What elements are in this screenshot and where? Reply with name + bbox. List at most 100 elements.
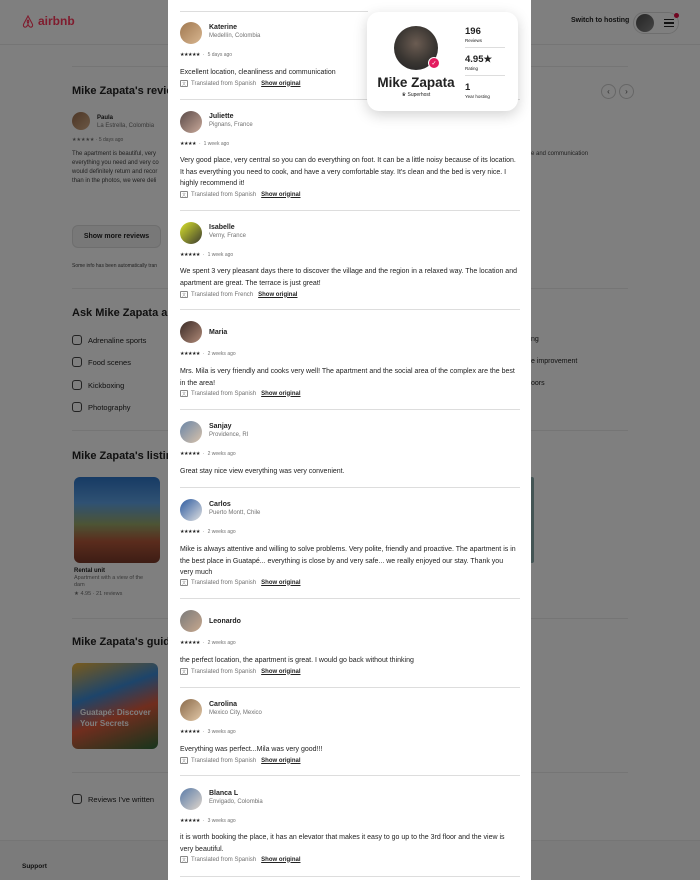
translate-icon: 文 xyxy=(180,668,188,675)
translation-note: 文 Translated from Spanish Show original xyxy=(180,390,301,397)
review-meta: ★★★★★ · 2 weeks ago xyxy=(180,529,236,535)
reviewer-avatar xyxy=(180,222,202,244)
rating-stars: ★★★★★ xyxy=(180,640,200,646)
translation-note: 文 Translated from Spanish Show original xyxy=(180,856,301,863)
reviewer-location: Verny, France xyxy=(209,233,246,239)
review-meta: ★★★★ · 1 week ago xyxy=(180,141,230,147)
review-item: Isabelle Verny, France ★★★★★ · 1 week ago … xyxy=(180,222,520,310)
rating-stars: ★★★★★ xyxy=(180,529,200,535)
review-meta: ★★★★★ · 3 weeks ago xyxy=(180,818,236,824)
divider xyxy=(180,598,520,599)
review-item: Juliette Pignans, France ★★★★ · 1 week ago… xyxy=(180,111,520,211)
review-date: 5 days ago xyxy=(207,52,233,58)
reviewer-avatar xyxy=(180,610,202,632)
show-original-link[interactable]: Show original xyxy=(261,580,300,586)
stat-rating-value: 4.95★ xyxy=(465,54,493,65)
review-date: 2 weeks ago xyxy=(207,529,236,535)
stat-rating-label: Rating xyxy=(465,66,479,71)
reviewer-name: Juliette xyxy=(209,113,234,120)
translation-note: 文 Translated from Spanish Show original xyxy=(180,80,301,87)
divider xyxy=(180,309,520,310)
review-date: 1 week ago xyxy=(207,252,234,258)
stat-years-hosting: 1 Year hosting xyxy=(465,82,505,99)
translate-icon: 文 xyxy=(180,80,188,87)
reviewer-name: Carlos xyxy=(209,501,231,508)
review-text: it is worth booking the place, it has an… xyxy=(180,834,505,853)
divider xyxy=(465,47,505,48)
reviewer-name: Isabelle xyxy=(209,224,235,231)
translate-icon: 文 xyxy=(180,856,188,863)
translate-icon: 文 xyxy=(180,390,188,397)
reviewer-location: Envigado, Colombia xyxy=(209,799,263,805)
reviewer-location: Medellín, Colombia xyxy=(209,33,261,39)
show-original-link[interactable]: Show original xyxy=(261,81,300,87)
rating-stars: ★★★★★ xyxy=(180,351,200,357)
reviewer-name: Maria xyxy=(209,329,228,336)
reviewer-name: Blanca L xyxy=(209,790,239,797)
divider xyxy=(180,210,520,211)
review-meta: ★★★★★ · 2 weeks ago xyxy=(180,351,236,357)
divider xyxy=(180,876,520,877)
review-text: the perfect location, the apartment is g… xyxy=(180,657,414,664)
reviewer-name: Katerine xyxy=(209,24,238,31)
translation-note: 文 Translated from French Show original xyxy=(180,291,298,298)
reviewer-location: Pignans, France xyxy=(209,122,253,128)
rating-stars: ★★★★★ xyxy=(180,52,200,58)
review-item: Carolina Mexico City, Mexico ★★★★★ · 3 wee… xyxy=(180,699,520,776)
review-date: 2 weeks ago xyxy=(207,640,236,646)
show-original-link[interactable]: Show original xyxy=(261,669,300,675)
reviewer-location: Mexico City, Mexico xyxy=(209,710,262,716)
translate-icon: 文 xyxy=(180,191,188,198)
show-original-link[interactable]: Show original xyxy=(261,391,300,397)
stat-years-value: 1 xyxy=(465,82,471,93)
review-text: Everything was perfect...Mila was very g… xyxy=(180,746,323,753)
review-date: 1 week ago xyxy=(203,141,230,147)
divider xyxy=(465,75,505,76)
review-meta: ★★★★★ · 2 weeks ago xyxy=(180,640,236,646)
rating-stars: ★★★★★ xyxy=(180,252,200,258)
reviewer-avatar xyxy=(180,22,202,44)
review-meta: ★★★★★ · 3 weeks ago xyxy=(180,729,236,735)
host-profile-card: ✓ Mike Zapata ♛ Superhost 196 Reviews 4.… xyxy=(367,12,518,111)
show-original-link[interactable]: Show original xyxy=(258,292,297,298)
show-original-link[interactable]: Show original xyxy=(261,192,300,198)
review-item: Leonardo ★★★★★ · 2 weeks ago the perfect l… xyxy=(180,610,520,688)
reviewer-name: Sanjay xyxy=(209,423,232,430)
divider xyxy=(180,487,520,488)
show-original-link[interactable]: Show original xyxy=(261,758,300,764)
reviewer-name: Leonardo xyxy=(209,618,241,625)
divider xyxy=(180,687,520,688)
divider xyxy=(180,775,520,776)
review-meta: ★★★★★ · 2 weeks ago xyxy=(180,451,236,457)
review-text: Mrs. Mila is very friendly and cooks ver… xyxy=(180,368,515,387)
review-text: Great stay nice view everything was very… xyxy=(180,468,345,475)
divider xyxy=(180,11,368,12)
translation-note: 文 Translated from Spanish Show original xyxy=(180,757,301,764)
stat-reviews: 196 Reviews xyxy=(465,26,505,48)
reviewer-avatar xyxy=(180,321,202,343)
divider xyxy=(180,409,520,410)
rating-stars: ★★★★★ xyxy=(180,451,200,457)
translate-icon: 文 xyxy=(180,757,188,764)
review-date: 3 weeks ago xyxy=(207,818,236,824)
reviews-modal: Katerine Medellín, Colombia ★★★★★ · 5 days… xyxy=(168,0,531,880)
reviewer-name: Carolina xyxy=(209,701,238,708)
reviewer-avatar xyxy=(180,499,202,521)
review-date: 2 weeks ago xyxy=(207,351,236,357)
rating-stars: ★★★★★ xyxy=(180,729,200,735)
superhost-badge-icon: ✓ xyxy=(428,57,440,69)
stat-reviews-label: Reviews xyxy=(465,38,483,43)
host-name: Mike Zapata xyxy=(377,75,455,90)
stat-years-label: Year hosting xyxy=(465,94,490,99)
review-meta: ★★★★★ · 5 days ago xyxy=(180,52,233,58)
translate-icon: 文 xyxy=(180,291,188,298)
review-meta: ★★★★★ · 1 week ago xyxy=(180,252,234,258)
review-item: Blanca L Envigado, Colombia ★★★★★ · 3 week… xyxy=(180,788,520,877)
reviewer-avatar xyxy=(180,421,202,443)
rating-stars: ★★★★ xyxy=(180,141,196,147)
show-original-link[interactable]: Show original xyxy=(261,857,300,863)
reviewer-location: Providence, RI xyxy=(209,432,249,438)
stat-rating: 4.95★ Rating xyxy=(465,54,505,76)
translation-note: 文 Translated from Spanish Show original xyxy=(180,579,301,586)
stat-reviews-value: 196 xyxy=(465,26,481,37)
